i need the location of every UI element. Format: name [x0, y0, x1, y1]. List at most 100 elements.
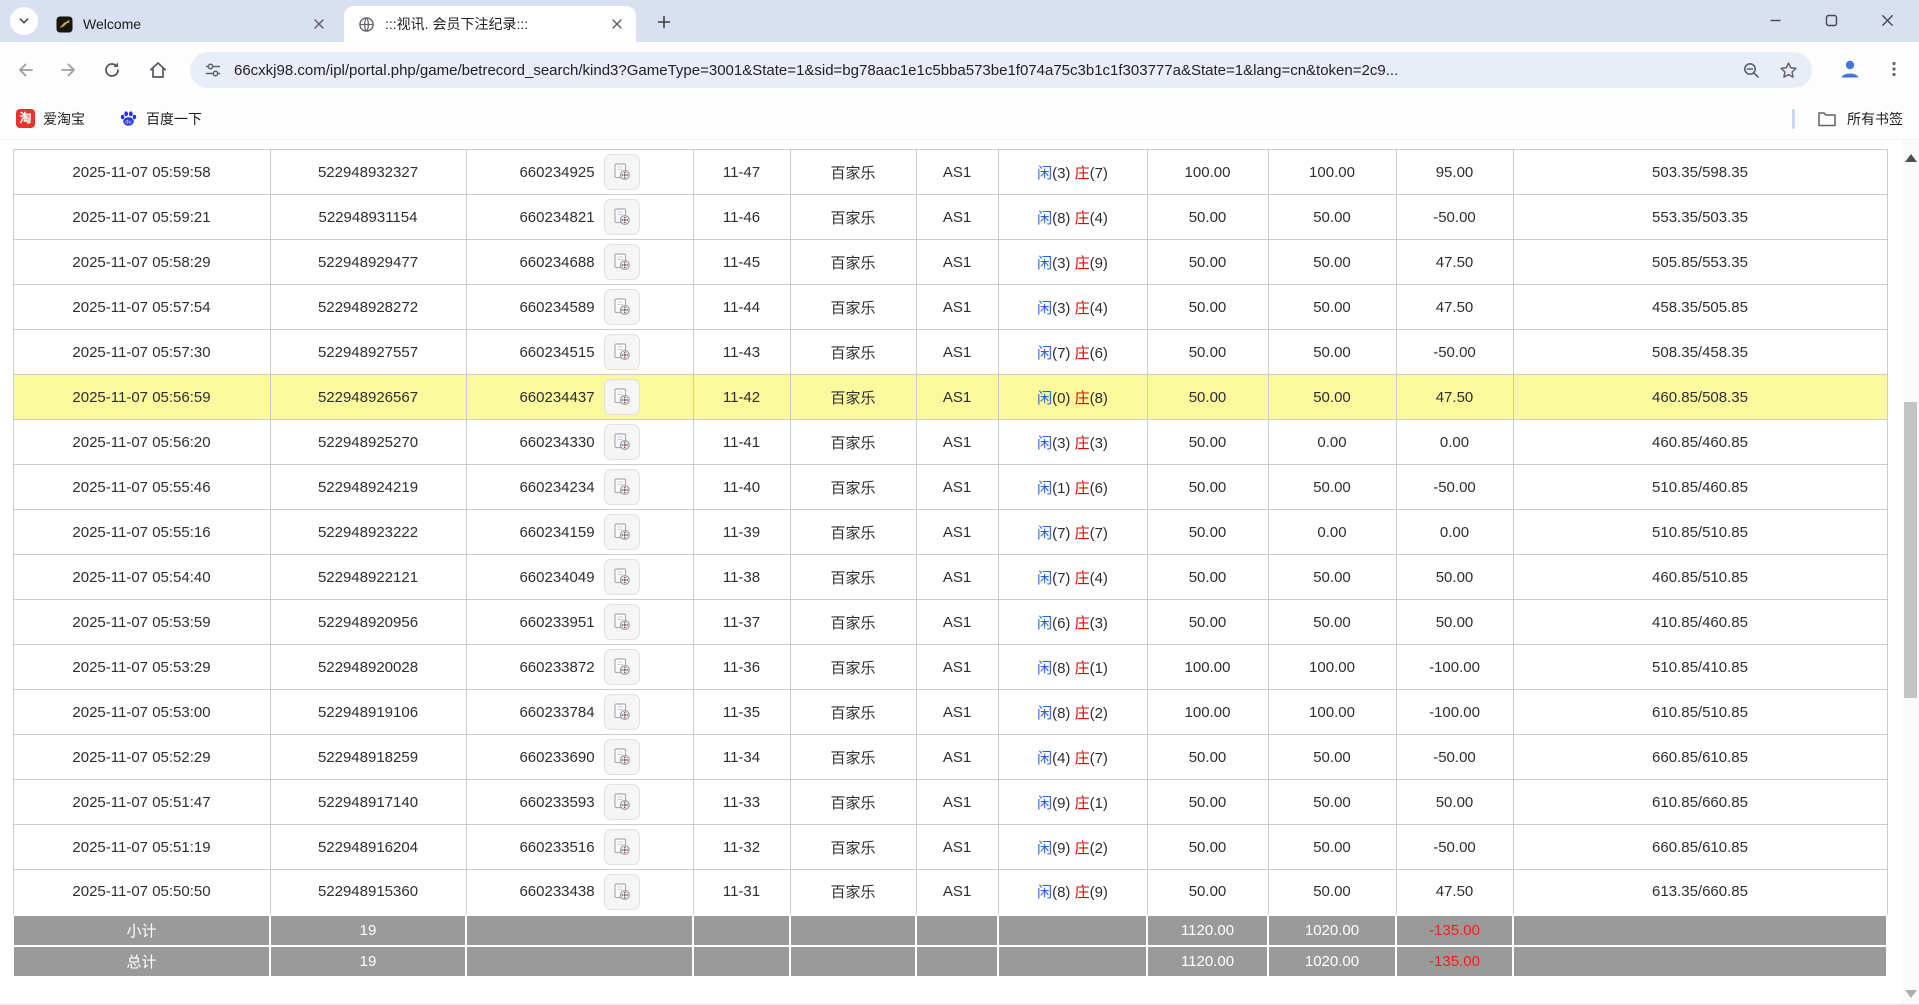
cell-bet-id: 522948916204 — [270, 825, 466, 870]
cell-bet-amount: 50.00 — [1147, 240, 1268, 285]
tab-close-icon[interactable] — [608, 15, 626, 33]
cell-valid-amount: 50.00 — [1268, 375, 1396, 420]
video-replay-button[interactable] — [604, 694, 640, 730]
cell-winloss: -50.00 — [1396, 195, 1513, 240]
game-id-text: 660234589 — [519, 299, 594, 316]
svg-text:du: du — [125, 119, 131, 125]
video-replay-icon — [611, 521, 633, 543]
back-button[interactable] — [8, 52, 44, 88]
video-replay-button[interactable] — [604, 739, 640, 775]
video-replay-button[interactable] — [604, 199, 640, 235]
forward-button[interactable] — [50, 52, 86, 88]
video-replay-icon — [611, 341, 633, 363]
maximize-button[interactable] — [1803, 2, 1859, 38]
tune-icon[interactable] — [204, 61, 222, 79]
cell-winloss: -50.00 — [1396, 330, 1513, 375]
table-row: 2025-11-07 05:57:30522948927557660234515… — [13, 330, 1887, 375]
menu-button[interactable] — [1877, 52, 1911, 86]
banker-label: 庄 — [1075, 840, 1090, 857]
video-replay-button[interactable] — [604, 559, 640, 595]
cell-bet-detail: 闲(4) 庄(7) — [998, 735, 1147, 780]
cell-bet-detail: 闲(3) 庄(9) — [998, 240, 1147, 285]
tab-welcome[interactable]: Welcome — [42, 6, 338, 42]
profile-button[interactable] — [1833, 52, 1867, 86]
scroll-up-icon[interactable] — [1905, 154, 1917, 162]
cell-period: 11-40 — [693, 465, 790, 510]
table-row: 2025-11-07 05:51:47522948917140660233593… — [13, 780, 1887, 825]
cell-time: 2025-11-07 05:51:47 — [13, 780, 270, 825]
scroll-down-icon[interactable] — [1905, 990, 1917, 998]
video-replay-button[interactable] — [604, 514, 640, 550]
table-row: 2025-11-07 05:53:29522948920028660233872… — [13, 645, 1887, 690]
banker-label: 庄 — [1075, 165, 1090, 182]
cell-bet-amount: 100.00 — [1147, 645, 1268, 690]
cell-bet-id: 522948928272 — [270, 285, 466, 330]
video-replay-button[interactable] — [604, 334, 640, 370]
bookmark-baidu[interactable]: du 百度一下 — [115, 105, 206, 133]
bookmark-taobao[interactable]: 淘 爱淘宝 — [12, 105, 89, 133]
player-label: 闲 — [1037, 435, 1052, 452]
cell-time: 2025-11-07 05:59:58 — [13, 150, 270, 195]
video-replay-button[interactable] — [604, 874, 640, 910]
all-bookmarks[interactable]: 所有书签 — [1792, 109, 1903, 129]
video-replay-button[interactable] — [604, 424, 640, 460]
cell-table: AS1 — [916, 555, 998, 600]
cell-game-id: 660234234 — [466, 465, 693, 510]
cell-game-type: 百家乐 — [790, 510, 916, 555]
banker-label: 庄 — [1075, 795, 1090, 812]
cell-winloss: 50.00 — [1396, 600, 1513, 645]
scrollbar-thumb[interactable] — [1904, 402, 1917, 698]
window-controls — [1747, 2, 1915, 38]
reload-button[interactable] — [94, 52, 130, 88]
cell-balance: 460.85/460.85 — [1513, 420, 1887, 465]
cell-bet-id: 522948932327 — [270, 150, 466, 195]
player-count: (7) — [1052, 525, 1075, 542]
cell-valid-amount: 50.00 — [1268, 195, 1396, 240]
cell-period: 11-42 — [693, 375, 790, 420]
banker-count: (9) — [1090, 255, 1108, 272]
cell-valid-amount: 50.00 — [1268, 555, 1396, 600]
video-replay-button[interactable] — [604, 784, 640, 820]
minimize-button[interactable] — [1747, 2, 1803, 38]
video-replay-icon — [611, 566, 633, 588]
tab-search-button[interactable] — [10, 7, 38, 35]
cell-valid-amount: 50.00 — [1268, 825, 1396, 870]
video-replay-button[interactable] — [604, 289, 640, 325]
video-replay-button[interactable] — [604, 379, 640, 415]
footer-label: 小计 — [13, 915, 270, 946]
tab-betrecord[interactable]: :::视讯. 会员下注纪录::: — [344, 6, 636, 42]
cell-bet-detail: 闲(8) 庄(4) — [998, 195, 1147, 240]
new-tab-button[interactable] — [652, 10, 676, 34]
browser-toolbar: 66cxkj98.com/ipl/portal.php/game/betreco… — [0, 42, 1919, 98]
banker-label: 庄 — [1075, 435, 1090, 452]
video-replay-icon — [611, 206, 633, 228]
close-window-button[interactable] — [1859, 2, 1915, 38]
tab-title: :::视讯. 会员下注纪录::: — [385, 14, 600, 34]
player-count: (3) — [1052, 165, 1075, 182]
video-replay-button[interactable] — [604, 244, 640, 280]
tab-close-icon[interactable] — [310, 15, 328, 33]
footer-empty — [693, 946, 790, 977]
video-replay-button[interactable] — [604, 649, 640, 685]
banker-label: 庄 — [1075, 615, 1090, 632]
cell-period: 11-35 — [693, 690, 790, 735]
page-scrollbar[interactable] — [1902, 140, 1919, 1004]
footer-empty — [466, 946, 693, 977]
player-label: 闲 — [1037, 255, 1052, 272]
video-replay-icon — [611, 161, 633, 183]
video-replay-button[interactable] — [604, 154, 640, 190]
zoom-out-icon[interactable] — [1742, 61, 1761, 80]
url-text[interactable]: 66cxkj98.com/ipl/portal.php/game/betreco… — [234, 62, 1730, 79]
home-button[interactable] — [140, 52, 176, 88]
game-id-text: 660233951 — [519, 614, 594, 631]
video-replay-button[interactable] — [604, 604, 640, 640]
bookmark-star-icon[interactable] — [1779, 61, 1798, 80]
video-replay-button[interactable] — [604, 469, 640, 505]
footer-empty — [790, 946, 916, 977]
folder-icon — [1817, 110, 1837, 128]
video-replay-button[interactable] — [604, 829, 640, 865]
footer-empty — [916, 946, 998, 977]
all-bookmarks-label: 所有书签 — [1847, 109, 1903, 129]
footer-winloss: -135.00 — [1396, 915, 1513, 946]
url-bar[interactable]: 66cxkj98.com/ipl/portal.php/game/betreco… — [190, 52, 1812, 88]
